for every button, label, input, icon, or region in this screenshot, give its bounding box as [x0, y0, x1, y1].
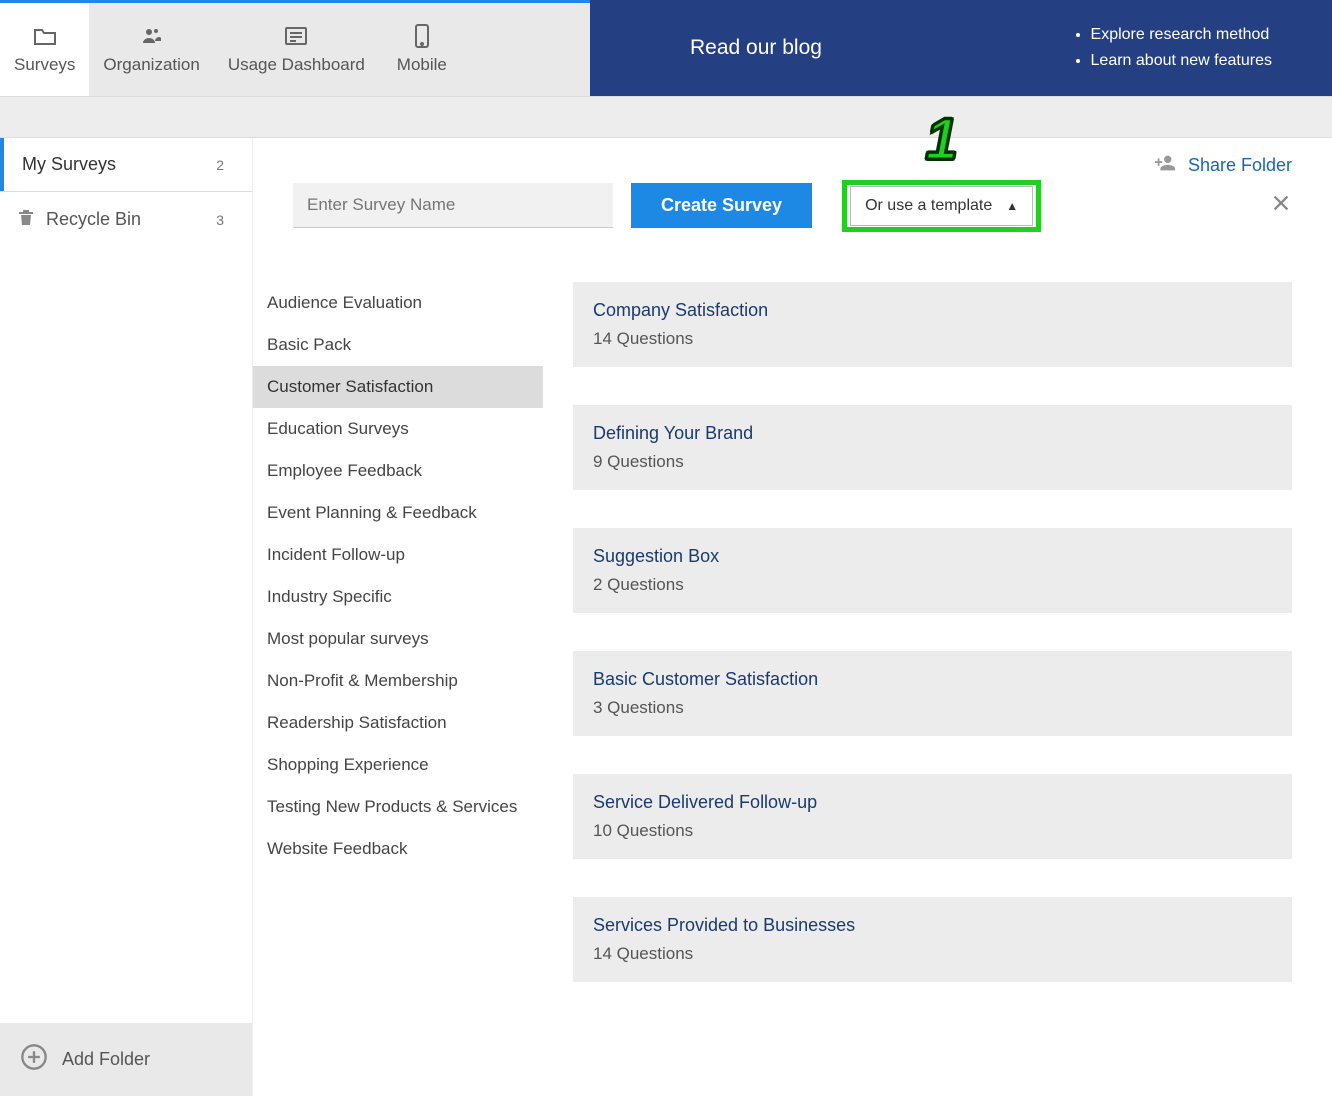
- category-item[interactable]: Customer Satisfaction: [253, 366, 543, 408]
- header-row: Share Folder: [253, 138, 1332, 183]
- sidebar-item-recycle-bin[interactable]: Recycle Bin 3: [0, 192, 252, 247]
- template-list: Company Satisfaction 14 Questions Defining…: [573, 282, 1292, 1022]
- template-question-count: 9 Questions: [593, 452, 1272, 472]
- sidebar-count: 2: [216, 157, 234, 173]
- topnav-label: Mobile: [397, 55, 447, 75]
- template-dropdown-group: 1 Or use a template ▲: [850, 186, 1033, 226]
- close-icon[interactable]: [1270, 192, 1292, 219]
- topnav-label: Usage Dashboard: [228, 55, 365, 75]
- template-question-count: 14 Questions: [593, 329, 1272, 349]
- category-item[interactable]: Audience Evaluation: [253, 282, 543, 324]
- template-card[interactable]: Services Provided to Businesses 14 Questi…: [573, 897, 1292, 982]
- category-item[interactable]: Most popular surveys: [253, 618, 543, 660]
- person-add-icon: [1154, 152, 1176, 179]
- template-title: Basic Customer Satisfaction: [593, 669, 1272, 690]
- annotation-number: 1: [925, 106, 957, 173]
- category-item[interactable]: Readership Satisfaction: [253, 702, 543, 744]
- template-card[interactable]: Defining Your Brand 9 Questions: [573, 405, 1292, 490]
- sidebar: My Surveys 2 Recycle Bin 3 Add Folder: [0, 138, 253, 1096]
- category-item[interactable]: Website Feedback: [253, 828, 543, 870]
- blog-link[interactable]: Learn about new features: [1091, 48, 1272, 74]
- topnav-label: Surveys: [14, 55, 75, 75]
- template-title: Suggestion Box: [593, 546, 1272, 567]
- plus-circle-icon: [20, 1043, 48, 1076]
- main: My Surveys 2 Recycle Bin 3 Add Folder Share…: [0, 138, 1332, 1096]
- blog-link[interactable]: Explore research method: [1091, 22, 1272, 48]
- topnav-surveys[interactable]: Surveys: [0, 3, 89, 96]
- topnav-label: Organization: [103, 55, 199, 75]
- template-question-count: 2 Questions: [593, 575, 1272, 595]
- template-card[interactable]: Suggestion Box 2 Questions: [573, 528, 1292, 613]
- content: Share Folder Create Survey 1 Or use a te…: [253, 138, 1332, 1096]
- template-card[interactable]: Basic Customer Satisfaction 3 Questions: [573, 651, 1292, 736]
- top-nav: Surveys Organization Usage Dashboard Mobile: [0, 0, 590, 96]
- template-question-count: 10 Questions: [593, 821, 1272, 841]
- template-title: Service Delivered Follow-up: [593, 792, 1272, 813]
- category-list: Audience EvaluationBasic PackCustomer Sa…: [253, 282, 543, 1022]
- topnav-usage-dashboard[interactable]: Usage Dashboard: [214, 3, 379, 96]
- category-item[interactable]: Employee Feedback: [253, 450, 543, 492]
- sidebar-item-my-surveys[interactable]: My Surveys 2: [0, 138, 252, 191]
- template-question-count: 14 Questions: [593, 944, 1272, 964]
- template-card[interactable]: Company Satisfaction 14 Questions: [573, 282, 1292, 367]
- blog-banner: Read our blog Explore research methodLea…: [590, 0, 1332, 96]
- sidebar-label: Recycle Bin: [46, 209, 141, 230]
- chevron-up-icon: ▲: [1006, 199, 1018, 213]
- topnav-mobile[interactable]: Mobile: [379, 3, 465, 96]
- category-item[interactable]: Basic Pack: [253, 324, 543, 366]
- action-row: Create Survey 1 Or use a template ▲: [253, 183, 1332, 238]
- template-card[interactable]: Service Delivered Follow-up 10 Questions: [573, 774, 1292, 859]
- sidebar-label: My Surveys: [22, 154, 116, 175]
- share-folder-button[interactable]: Share Folder: [1154, 152, 1292, 179]
- category-item[interactable]: Shopping Experience: [253, 744, 543, 786]
- blog-links: Explore research methodLearn about new f…: [1091, 22, 1272, 74]
- category-item[interactable]: Education Surveys: [253, 408, 543, 450]
- phone-icon: [407, 25, 437, 47]
- template-dropdown-label: Or use a template: [865, 197, 992, 215]
- survey-name-input[interactable]: [293, 183, 613, 228]
- top-bar: Surveys Organization Usage Dashboard Mobile…: [0, 0, 1332, 96]
- category-item[interactable]: Incident Follow-up: [253, 534, 543, 576]
- templates-area: Audience EvaluationBasic PackCustomer Sa…: [253, 238, 1332, 1022]
- category-item[interactable]: Industry Specific: [253, 576, 543, 618]
- category-item[interactable]: Non-Profit & Membership: [253, 660, 543, 702]
- category-item[interactable]: Testing New Products & Services: [253, 786, 543, 828]
- blog-title[interactable]: Read our blog: [690, 36, 822, 60]
- use-template-dropdown[interactable]: Or use a template ▲: [850, 186, 1033, 226]
- sidebar-count: 3: [216, 212, 234, 228]
- template-title: Defining Your Brand: [593, 423, 1272, 444]
- template-title: Company Satisfaction: [593, 300, 1272, 321]
- list-icon: [281, 25, 311, 47]
- share-folder-label: Share Folder: [1188, 155, 1292, 176]
- people-icon: [137, 25, 167, 47]
- trash-icon: [18, 208, 34, 231]
- category-item[interactable]: Event Planning & Feedback: [253, 492, 543, 534]
- add-folder-label: Add Folder: [62, 1049, 150, 1070]
- sub-bar: [0, 96, 1332, 138]
- template-title: Services Provided to Businesses: [593, 915, 1272, 936]
- folder-icon: [30, 25, 60, 47]
- template-question-count: 3 Questions: [593, 698, 1272, 718]
- create-survey-button[interactable]: Create Survey: [631, 183, 812, 228]
- topnav-organization[interactable]: Organization: [89, 3, 213, 96]
- add-folder-button[interactable]: Add Folder: [0, 1023, 252, 1096]
